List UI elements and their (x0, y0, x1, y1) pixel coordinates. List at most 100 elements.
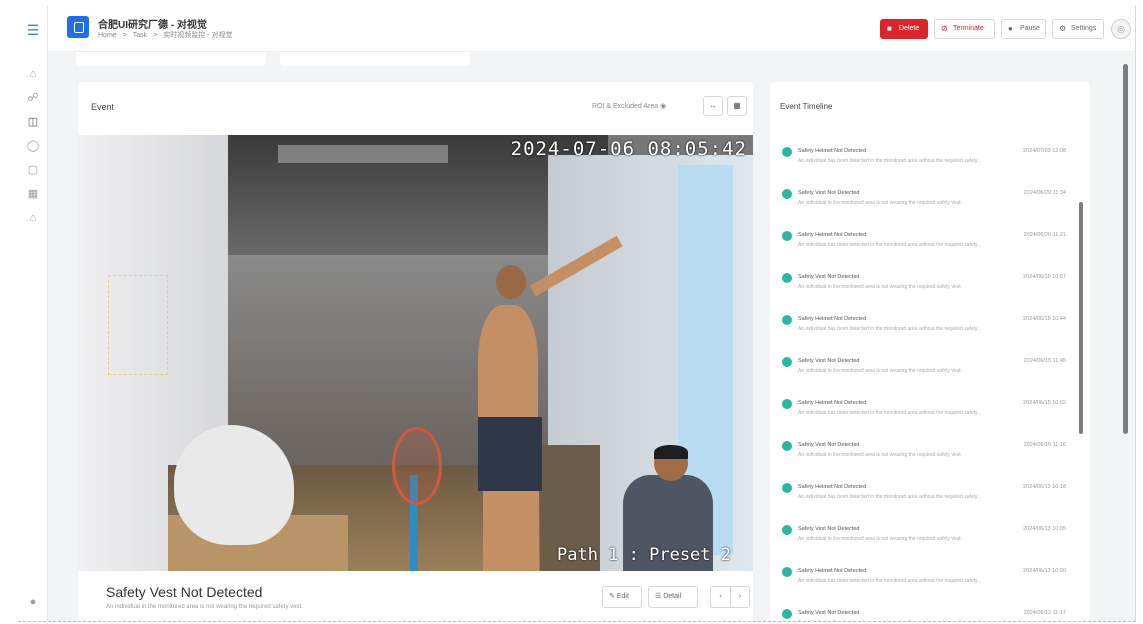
breadcrumb: Home > Task > 实时视频监控 - 对视觉 (98, 30, 239, 40)
timeline-item[interactable]: Safety Vest Not Detected 2024/06/13 10:05… (770, 517, 1076, 557)
breadcrumb-separator: > (122, 32, 127, 39)
timeline-item-name: Safety Helmet Not Detected (798, 148, 867, 154)
arrows-icon: ↔ (709, 101, 717, 110)
menu-icon[interactable]: ☰ (25, 22, 41, 38)
home-icon[interactable]: ⌂ (25, 66, 41, 82)
settings-label: Settings (1071, 25, 1097, 32)
status-dot-icon (782, 231, 792, 241)
event-name: Safety Vest Not Detected (106, 584, 263, 600)
timeline-item-name: Safety Helmet Not Detected (798, 484, 867, 490)
edit-label: Edit (616, 593, 629, 600)
timeline-item[interactable]: Safety Helmet Not Detected 2024/06/20 11:… (770, 223, 1076, 263)
calendar-button[interactable]: ▦ (727, 96, 747, 116)
timeline-item-name: Safety Helmet Not Detected (798, 316, 867, 322)
page-scrollbar[interactable] (1123, 64, 1128, 434)
delete-button[interactable]: ■ Delete (880, 19, 928, 39)
breadcrumb-current: 实时视频监控 - 对视觉 (163, 32, 233, 39)
timeline-item[interactable]: Safety Vest Not Detected 2024/06/18 10:57… (770, 265, 1076, 305)
status-dot-icon (782, 357, 792, 367)
detail-label: Detail (663, 593, 682, 600)
pencil-icon: ✎ (609, 593, 615, 600)
user-icon[interactable]: ● (25, 594, 41, 610)
detail-icon: ☰ (655, 593, 662, 600)
timeline-item[interactable]: Safety Vest Not Detected 2024/06/15 11:16… (770, 433, 1076, 473)
app-logo-icon (67, 16, 89, 38)
timeline-item-time: 2024/06/15 10:02 (1023, 400, 1066, 406)
preset-label: Path 1 : Preset 2 (557, 545, 731, 565)
timeline-item[interactable]: Safety Helmet Not Detected 2024/06/15 10:… (770, 391, 1076, 431)
timeline-item-name: Safety Helmet Not Detected (798, 400, 867, 406)
view-toggle-button[interactable]: ↔ (703, 96, 723, 116)
timeline-item-time: 2024/06/20 11:21 (1023, 232, 1066, 238)
timeline-item-name: Safety Vest Not Detected (798, 442, 860, 448)
notification-bell-icon[interactable]: ◎ (1111, 19, 1131, 39)
building-icon[interactable]: ⌂ (25, 210, 41, 226)
timeline-item[interactable]: Safety Helmet Not Detected 2024/07/03 12:… (770, 139, 1076, 179)
terminate-button[interactable]: ⊘ Terminate (934, 19, 995, 39)
timeline-item-description: An individual in the monitored area is n… (798, 368, 962, 374)
task-icon[interactable]: ◫ (25, 114, 41, 130)
timeline-item-name: Safety Vest Not Detected (798, 358, 860, 364)
timeline-item[interactable]: Safety Vest Not Detected 2024/06/12 11:17… (770, 601, 1076, 621)
timeline-item-description: An individual in the monitored area is n… (798, 620, 1074, 621)
timeline-item[interactable]: Safety Helmet Not Detected 2024/06/18 10:… (770, 307, 1076, 347)
pause-button[interactable]: ● Pause (1001, 19, 1046, 39)
gear-icon: ⚙ (1059, 24, 1067, 33)
timeline-scrollbar[interactable] (1079, 202, 1083, 434)
document-icon[interactable]: ▢ (25, 162, 41, 178)
edit-button[interactable]: ✎ Edit (602, 586, 642, 608)
snapshot-image (78, 135, 753, 571)
timeline-item-description: An individual has been detected in the m… (798, 326, 982, 332)
timeline-item-name: Safety Vest Not Detected (798, 274, 860, 280)
status-dot-icon (782, 567, 792, 577)
event-card-title: Event (91, 102, 115, 112)
status-dot-icon (782, 399, 792, 409)
settings-button[interactable]: ⚙ Settings (1052, 19, 1104, 39)
next-event-button[interactable]: › (730, 586, 750, 608)
timeline-item-time: 2024/06/13 10:05 (1023, 526, 1066, 532)
stop-icon: ⊘ (941, 24, 948, 33)
clock-icon[interactable]: ◯ (25, 138, 41, 154)
timeline-item[interactable]: Safety Vest Not Detected 2024/06/15 11:45… (770, 349, 1076, 389)
timeline-item-name: Safety Helmet Not Detected (798, 568, 867, 574)
timeline-item-description: An individual has been detected in the m… (798, 578, 982, 584)
breadcrumb-home[interactable]: Home (98, 32, 117, 39)
timeline-item-description: An individual has been detected in the m… (798, 158, 982, 164)
timeline-item-description: An individual in the monitored area is n… (798, 536, 962, 542)
status-dot-icon (782, 315, 792, 325)
timeline-item-description: An individual has been detected in the m… (798, 410, 982, 416)
timeline-item-description: An individual has been detected in the m… (798, 494, 982, 500)
timeline-item[interactable]: Safety Helmet Not Detected 2024/06/13 10:… (770, 475, 1076, 515)
collapsed-panel (76, 52, 266, 66)
pause-label: Pause (1020, 25, 1040, 32)
status-dot-icon (782, 273, 792, 283)
previous-event-button[interactable]: ‹ (710, 586, 730, 608)
status-dot-icon (782, 147, 792, 157)
grid-icon[interactable]: ▦ (25, 186, 41, 202)
link-icon[interactable]: ☍ (25, 90, 41, 106)
event-snapshot[interactable]: 2024-07-06 08:05:42 Path 1 : Preset 2 (78, 135, 753, 571)
trash-icon: ■ (887, 24, 892, 33)
timeline-item-name: Safety Vest Not Detected (798, 526, 860, 532)
timeline-item[interactable]: Safety Helmet Not Detected 2024/06/13 10:… (770, 559, 1076, 599)
timeline-title: Event Timeline (780, 102, 833, 111)
delete-label: Delete (899, 25, 920, 32)
timeline-item-time: 2024/06/18 10:57 (1023, 274, 1066, 280)
chevron-right-icon: › (738, 593, 742, 600)
detail-button[interactable]: ☰ Detail (648, 586, 698, 608)
collapsed-panel (280, 52, 470, 66)
status-dot-icon (782, 483, 792, 493)
breadcrumb-task[interactable]: Task (133, 32, 147, 39)
terminate-label: Terminate (953, 25, 984, 32)
event-timeline-panel: Event Timeline Safety Helmet Not Detecte… (770, 82, 1090, 621)
timeline-item-name: Safety Vest Not Detected (798, 190, 860, 196)
timeline-item-time: 2024/06/13 10:00 (1023, 568, 1066, 574)
chevron-left-icon: ‹ (719, 593, 722, 600)
video-timestamp: 2024-07-06 08:05:42 (510, 138, 747, 160)
timeline-item-time: 2024/07/03 12:08 (1023, 148, 1066, 154)
timeline-item[interactable]: Safety Vest Not Detected 2024/06/29 11:34… (770, 181, 1076, 221)
calendar-icon: ▦ (733, 101, 741, 110)
event-card: Event ROI & Excluded Area ◉ ↔ ▦ 2024-07-… (78, 82, 753, 621)
timeline-item-time: 2024/06/18 10:44 (1023, 316, 1066, 322)
roi-toggle[interactable]: ROI & Excluded Area ◉ (592, 102, 666, 110)
